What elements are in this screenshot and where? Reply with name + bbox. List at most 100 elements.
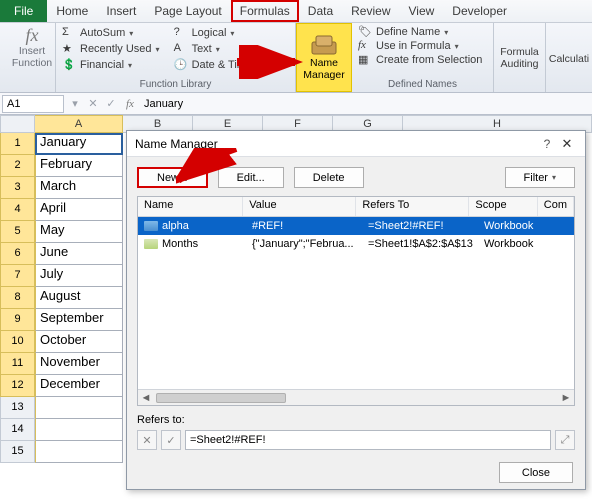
- collapse-dialog-icon[interactable]: ⤢: [555, 430, 575, 450]
- refers-accept-icon[interactable]: ✓: [161, 430, 181, 450]
- horizontal-scrollbar[interactable]: ◄ ►: [138, 389, 574, 405]
- financial-button[interactable]: 💲Financial▾: [62, 57, 160, 73]
- tab-view[interactable]: View: [400, 0, 444, 22]
- tab-data[interactable]: Data: [299, 0, 342, 22]
- logical-button[interactable]: ?Logical▾: [174, 25, 261, 41]
- row-header[interactable]: 6: [0, 243, 35, 265]
- cell[interactable]: [35, 397, 123, 419]
- list-item[interactable]: Months {"January";"Februa... =Sheet1!$A$…: [138, 235, 574, 253]
- col-comment[interactable]: Com: [538, 197, 574, 216]
- name-manager-dialog: Name Manager ? ✕ New... Edit... Delete F…: [126, 130, 586, 490]
- row-header[interactable]: 2: [0, 155, 35, 177]
- close-icon[interactable]: ✕: [557, 136, 577, 152]
- tab-insert[interactable]: Insert: [97, 0, 145, 22]
- name-manager-icon: [310, 34, 338, 56]
- text-icon: A: [174, 42, 188, 56]
- delete-button[interactable]: Delete: [294, 167, 364, 188]
- star-icon: ★: [62, 42, 76, 56]
- calculation-button[interactable]: Calculati: [549, 53, 589, 65]
- formula-auditing-button[interactable]: Formula Auditing: [500, 47, 539, 70]
- cell[interactable]: October: [35, 331, 123, 353]
- cell[interactable]: August: [35, 287, 123, 309]
- cell[interactable]: [35, 419, 123, 441]
- row-header[interactable]: 3: [0, 177, 35, 199]
- row-header[interactable]: 1: [0, 133, 35, 155]
- cell[interactable]: April: [35, 199, 123, 221]
- select-all-corner[interactable]: [0, 115, 35, 133]
- cell[interactable]: February: [35, 155, 123, 177]
- row-header[interactable]: 13: [0, 397, 35, 419]
- row-header[interactable]: 8: [0, 287, 35, 309]
- formula-value[interactable]: January: [140, 98, 592, 110]
- namebox-dropdown[interactable]: ▾: [66, 97, 84, 110]
- col-value[interactable]: Value: [243, 197, 356, 216]
- cell[interactable]: November: [35, 353, 123, 375]
- row-header[interactable]: 4: [0, 199, 35, 221]
- row-header[interactable]: 15: [0, 441, 35, 463]
- cell[interactable]: March: [35, 177, 123, 199]
- row-header[interactable]: 5: [0, 221, 35, 243]
- ribbon-tabs: File Home Insert Page Layout Formulas Da…: [0, 0, 592, 23]
- column-header-a[interactable]: A: [35, 115, 123, 133]
- col-name[interactable]: Name: [138, 197, 243, 216]
- fx-icon[interactable]: fx: [120, 98, 140, 110]
- names-list: Name Value Refers To Scope Com alpha #RE…: [137, 196, 575, 406]
- scroll-thumb[interactable]: [156, 393, 286, 403]
- filter-button[interactable]: Filter▾: [505, 167, 575, 188]
- cell[interactable]: January: [35, 133, 123, 155]
- list-item[interactable]: alpha #REF! =Sheet2!#REF! Workbook: [138, 217, 574, 235]
- recently-used-button[interactable]: ★Recently Used▾: [62, 41, 160, 57]
- group-defined-names: Defined Names: [358, 79, 487, 92]
- cancel-icon[interactable]: ✕: [84, 97, 102, 110]
- date-time-button[interactable]: 🕒Date & Time▾: [174, 57, 261, 73]
- close-button[interactable]: Close: [499, 462, 573, 483]
- col-scope[interactable]: Scope: [469, 197, 537, 216]
- help-icon[interactable]: ?: [537, 137, 557, 151]
- col-refers[interactable]: Refers To: [356, 197, 469, 216]
- cell[interactable]: June: [35, 243, 123, 265]
- autosum-button[interactable]: ΣAutoSum▾: [62, 25, 160, 41]
- fx-small-icon: fx: [358, 39, 372, 53]
- grid-icon: ▦: [358, 53, 372, 67]
- name-icon: [144, 239, 158, 249]
- row-header[interactable]: 10: [0, 331, 35, 353]
- cell[interactable]: [35, 441, 123, 463]
- row-header[interactable]: 12: [0, 375, 35, 397]
- create-from-selection-button[interactable]: ▦Create from Selection: [358, 53, 487, 67]
- name-manager-button[interactable]: Name Manager: [296, 23, 352, 92]
- refers-cancel-icon[interactable]: ✕: [137, 430, 157, 450]
- insert-function-button[interactable]: fx Insert Function: [6, 25, 58, 69]
- use-in-formula-button[interactable]: fxUse in Formula▾: [358, 39, 487, 53]
- row-header[interactable]: 11: [0, 353, 35, 375]
- tab-review[interactable]: Review: [342, 0, 399, 22]
- cell[interactable]: December: [35, 375, 123, 397]
- scroll-left-icon[interactable]: ◄: [138, 392, 154, 404]
- tab-home[interactable]: Home: [47, 0, 97, 22]
- tab-page-layout[interactable]: Page Layout: [145, 0, 230, 22]
- ribbon: fx Insert Function ΣAutoSum▾ ★Recently U…: [0, 23, 592, 93]
- scroll-right-icon[interactable]: ►: [558, 392, 574, 404]
- new-button[interactable]: New...: [137, 167, 208, 188]
- question-icon: ?: [174, 26, 188, 40]
- edit-button[interactable]: Edit...: [218, 167, 284, 188]
- tag-icon: 🏷: [358, 25, 372, 39]
- refers-to-input[interactable]: [185, 430, 551, 450]
- tab-formulas[interactable]: Formulas: [231, 0, 299, 22]
- text-button[interactable]: AText▾: [174, 41, 261, 57]
- tab-file[interactable]: File: [0, 0, 47, 22]
- sigma-icon: Σ: [62, 26, 76, 40]
- fx-icon: fx: [26, 25, 39, 46]
- row-header[interactable]: 7: [0, 265, 35, 287]
- enter-icon[interactable]: ✓: [102, 97, 120, 110]
- tab-developer[interactable]: Developer: [443, 0, 516, 22]
- cell[interactable]: July: [35, 265, 123, 287]
- money-icon: 💲: [62, 58, 76, 72]
- cell[interactable]: September: [35, 309, 123, 331]
- row-header[interactable]: 9: [0, 309, 35, 331]
- row-header[interactable]: 14: [0, 419, 35, 441]
- refers-to-label: Refers to:: [137, 414, 185, 426]
- define-name-button[interactable]: 🏷Define Name▾: [358, 25, 487, 39]
- cell[interactable]: May: [35, 221, 123, 243]
- clock-icon: 🕒: [174, 58, 188, 72]
- name-box[interactable]: [2, 95, 64, 113]
